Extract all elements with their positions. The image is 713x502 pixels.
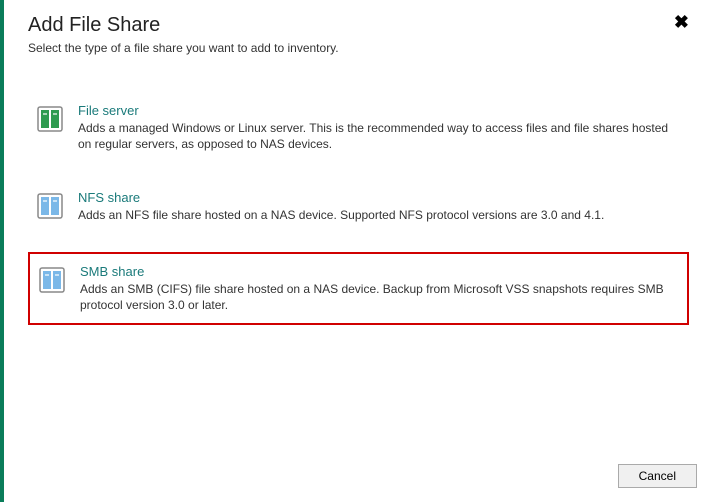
option-title: SMB share — [80, 264, 679, 279]
close-button[interactable]: ✖ — [668, 10, 695, 35]
options-list: File server Adds a managed Windows or Li… — [4, 63, 713, 325]
dialog-title: Add File Share — [28, 14, 689, 37]
option-title: File server — [78, 103, 681, 118]
option-content: SMB share Adds an SMB (CIFS) file share … — [80, 264, 679, 313]
option-description: Adds an SMB (CIFS) file share hosted on … — [80, 281, 679, 313]
nfs-share-icon — [36, 192, 64, 220]
option-nfs-share[interactable]: NFS share Adds an NFS file share hosted … — [28, 180, 689, 233]
option-title: NFS share — [78, 190, 681, 205]
dialog-footer: Cancel — [618, 464, 697, 488]
option-description: Adds a managed Windows or Linux server. … — [78, 120, 681, 152]
dialog-subtitle: Select the type of a file share you want… — [28, 41, 689, 55]
option-content: NFS share Adds an NFS file share hosted … — [78, 190, 681, 223]
option-description: Adds an NFS file share hosted on a NAS d… — [78, 207, 681, 223]
dialog-header: Add File Share Select the type of a file… — [4, 0, 713, 63]
smb-share-icon — [38, 266, 66, 294]
option-file-server[interactable]: File server Adds a managed Windows or Li… — [28, 93, 689, 162]
option-smb-share[interactable]: SMB share Adds an SMB (CIFS) file share … — [28, 252, 689, 325]
file-server-icon — [36, 105, 64, 133]
cancel-button[interactable]: Cancel — [618, 464, 697, 488]
option-content: File server Adds a managed Windows or Li… — [78, 103, 681, 152]
close-icon: ✖ — [674, 12, 689, 32]
